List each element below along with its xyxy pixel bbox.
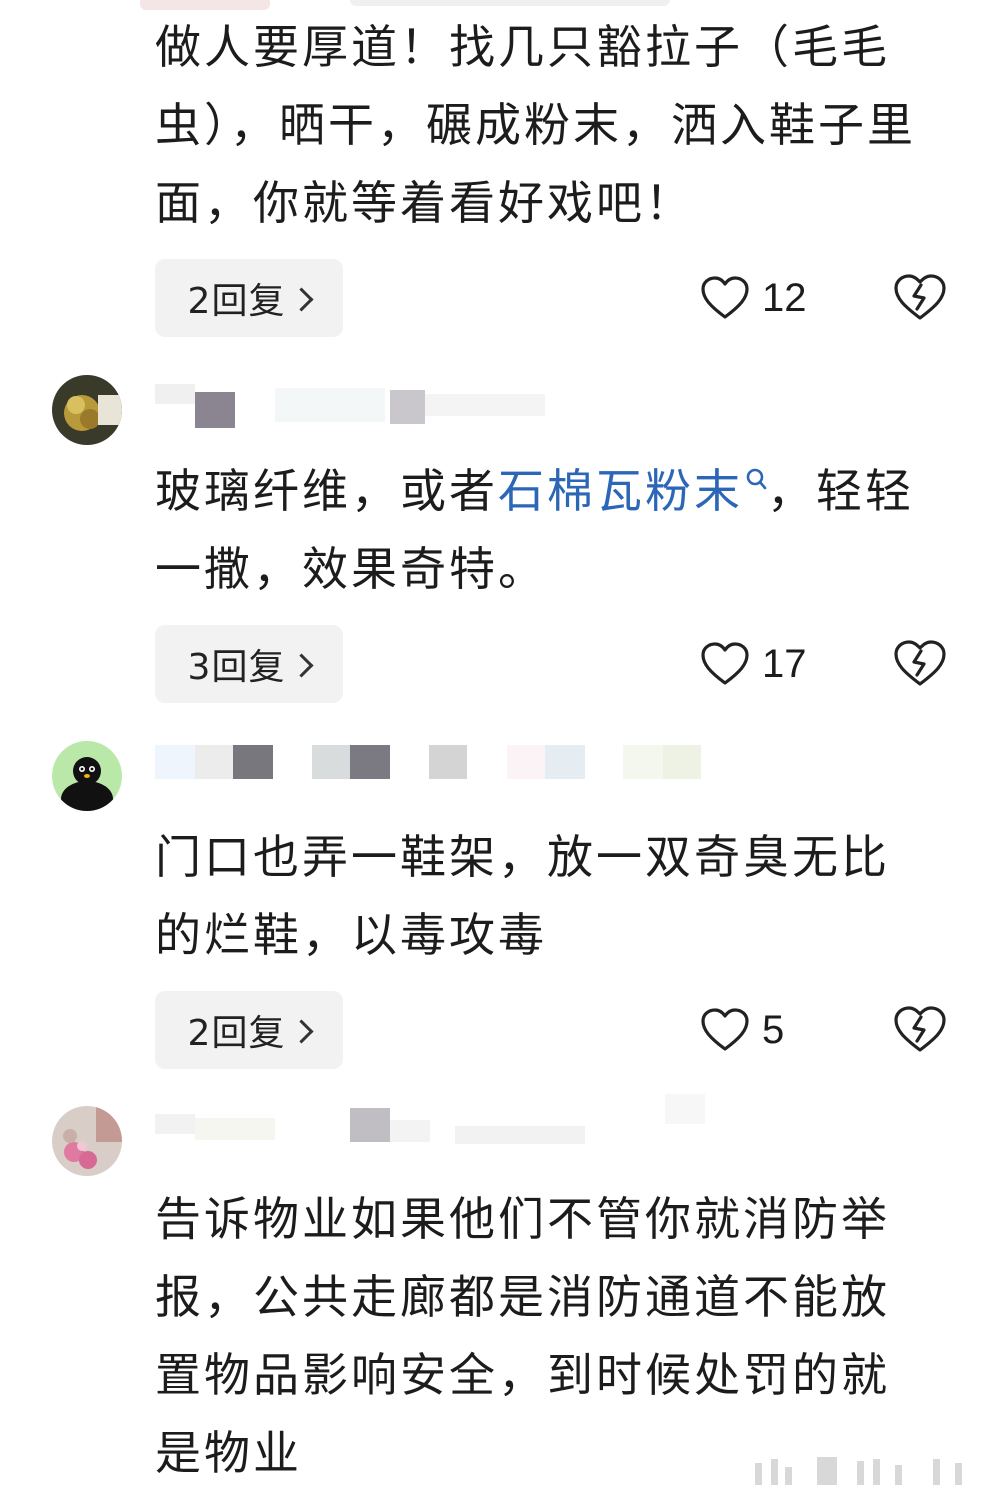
comment-text: 玻璃纤维，或者石棉瓦粉末 ，轻轻一撒，效果奇特。 bbox=[155, 452, 935, 608]
search-link[interactable]: 石棉瓦粉末 bbox=[498, 464, 767, 518]
heart-outline-icon bbox=[701, 276, 749, 319]
heart-outline-icon bbox=[701, 1008, 749, 1051]
comment-author-meta bbox=[155, 380, 715, 428]
search-icon bbox=[745, 446, 767, 524]
reply-count-label: 2回复 bbox=[187, 281, 286, 322]
comment-text: 做人要厚道！找几只豁拉子（毛毛虫），晒干，碾成粉末，洒入鞋子里面，你就等着看好戏… bbox=[155, 20, 916, 230]
top-fade bbox=[350, 0, 670, 6]
heart-outline-icon bbox=[701, 642, 749, 685]
broken-heart-icon bbox=[894, 640, 946, 686]
like-count: 17 bbox=[762, 641, 807, 686]
dislike-button[interactable] bbox=[893, 259, 947, 337]
avatar[interactable] bbox=[52, 375, 122, 445]
dislike-button[interactable] bbox=[893, 625, 947, 703]
view-replies-button[interactable]: 2回复 bbox=[155, 259, 343, 337]
comment-text: 门口也弄一鞋架，放一双奇臭无比的烂鞋，以毒攻毒 bbox=[155, 830, 890, 962]
avatar[interactable] bbox=[52, 1106, 122, 1176]
broken-heart-icon bbox=[894, 1006, 946, 1052]
avatar[interactable] bbox=[52, 741, 122, 811]
reply-count-label: 2回复 bbox=[187, 1013, 286, 1054]
comment-text: 告诉物业如果他们不管你就消防举报，公共走廊都是消防通道不能放置物品影响安全，到时… bbox=[155, 1192, 890, 1480]
dislike-button[interactable] bbox=[893, 991, 947, 1069]
comment-text-part: 玻璃纤维，或者 bbox=[155, 464, 498, 518]
chevron-right-icon bbox=[289, 652, 314, 678]
like-count: 5 bbox=[762, 1007, 785, 1052]
like-button[interactable]: 5 bbox=[700, 991, 784, 1069]
comment-author-meta bbox=[155, 745, 715, 781]
view-replies-button[interactable]: 3回复 bbox=[155, 625, 343, 703]
like-button[interactable]: 17 bbox=[700, 625, 807, 703]
like-count: 12 bbox=[762, 275, 807, 320]
search-link-label[interactable]: 石棉瓦粉末 bbox=[498, 464, 743, 518]
like-button[interactable]: 12 bbox=[700, 259, 807, 337]
view-replies-button[interactable]: 2回复 bbox=[155, 991, 343, 1069]
reply-count-label: 3回复 bbox=[187, 647, 286, 688]
watermark bbox=[755, 1455, 975, 1485]
broken-heart-icon bbox=[894, 274, 946, 320]
comment-author-meta bbox=[155, 1094, 715, 1144]
chevron-right-icon bbox=[289, 1018, 314, 1044]
chevron-right-icon bbox=[289, 286, 314, 312]
